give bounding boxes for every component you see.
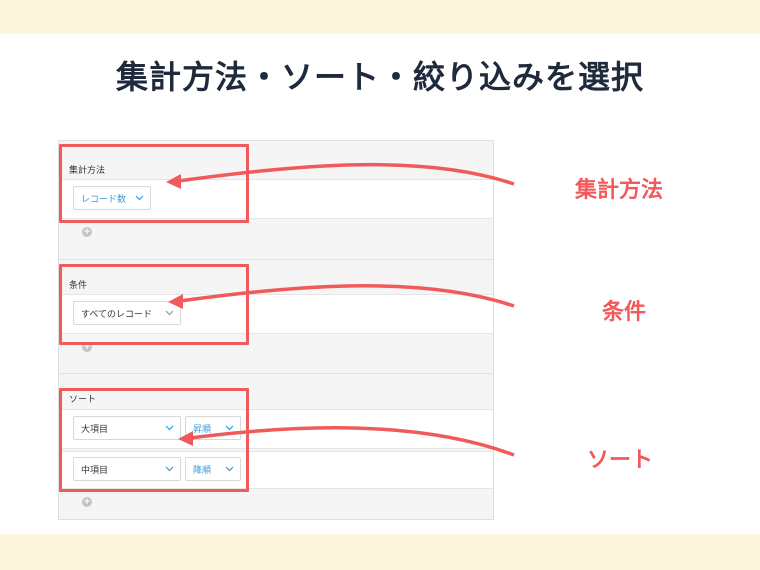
arrow-icon <box>179 284 515 308</box>
aggregation-callout: 集計方法 <box>575 178 664 203</box>
callout-arrows <box>166 162 515 457</box>
arrow-head-icon <box>178 431 193 446</box>
arrow-icon <box>189 426 515 457</box>
arrow-icon <box>177 162 515 186</box>
arrow-head-icon <box>166 174 181 189</box>
condition-callout: 条件 <box>602 300 647 325</box>
sort-callout: ソート <box>587 448 654 473</box>
arrow-head-icon <box>168 294 183 309</box>
